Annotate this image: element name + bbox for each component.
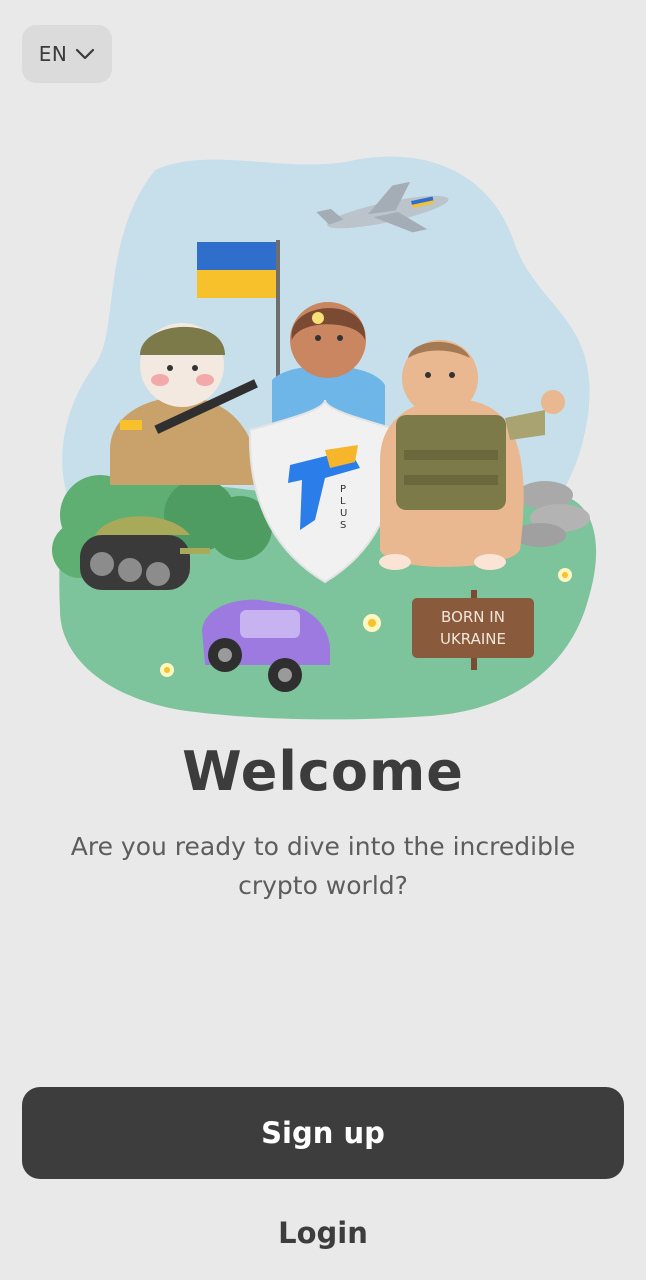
language-label: EN: [38, 42, 68, 66]
sign-up-button[interactable]: Sign up: [22, 1087, 624, 1179]
login-button[interactable]: Login: [223, 1205, 423, 1261]
language-selector[interactable]: EN: [22, 25, 112, 83]
welcome-subtitle: Are you ready to dive into the incredibl…: [70, 832, 576, 900]
svg-text:S: S: [340, 520, 346, 531]
chevron-down-icon: [76, 48, 95, 60]
svg-text:P: P: [340, 484, 346, 495]
svg-text:U: U: [340, 508, 347, 519]
svg-text:L: L: [340, 496, 346, 507]
welcome-title: Welcome: [182, 740, 464, 803]
sign-line-2: UKRAINE: [440, 630, 506, 648]
hero-illustration: P L U S BORN IN UKRAINE: [52, 156, 597, 720]
born-in-ukraine-sign: BORN IN UKRAINE: [412, 590, 534, 670]
sign-line-1: BORN IN: [441, 608, 505, 626]
